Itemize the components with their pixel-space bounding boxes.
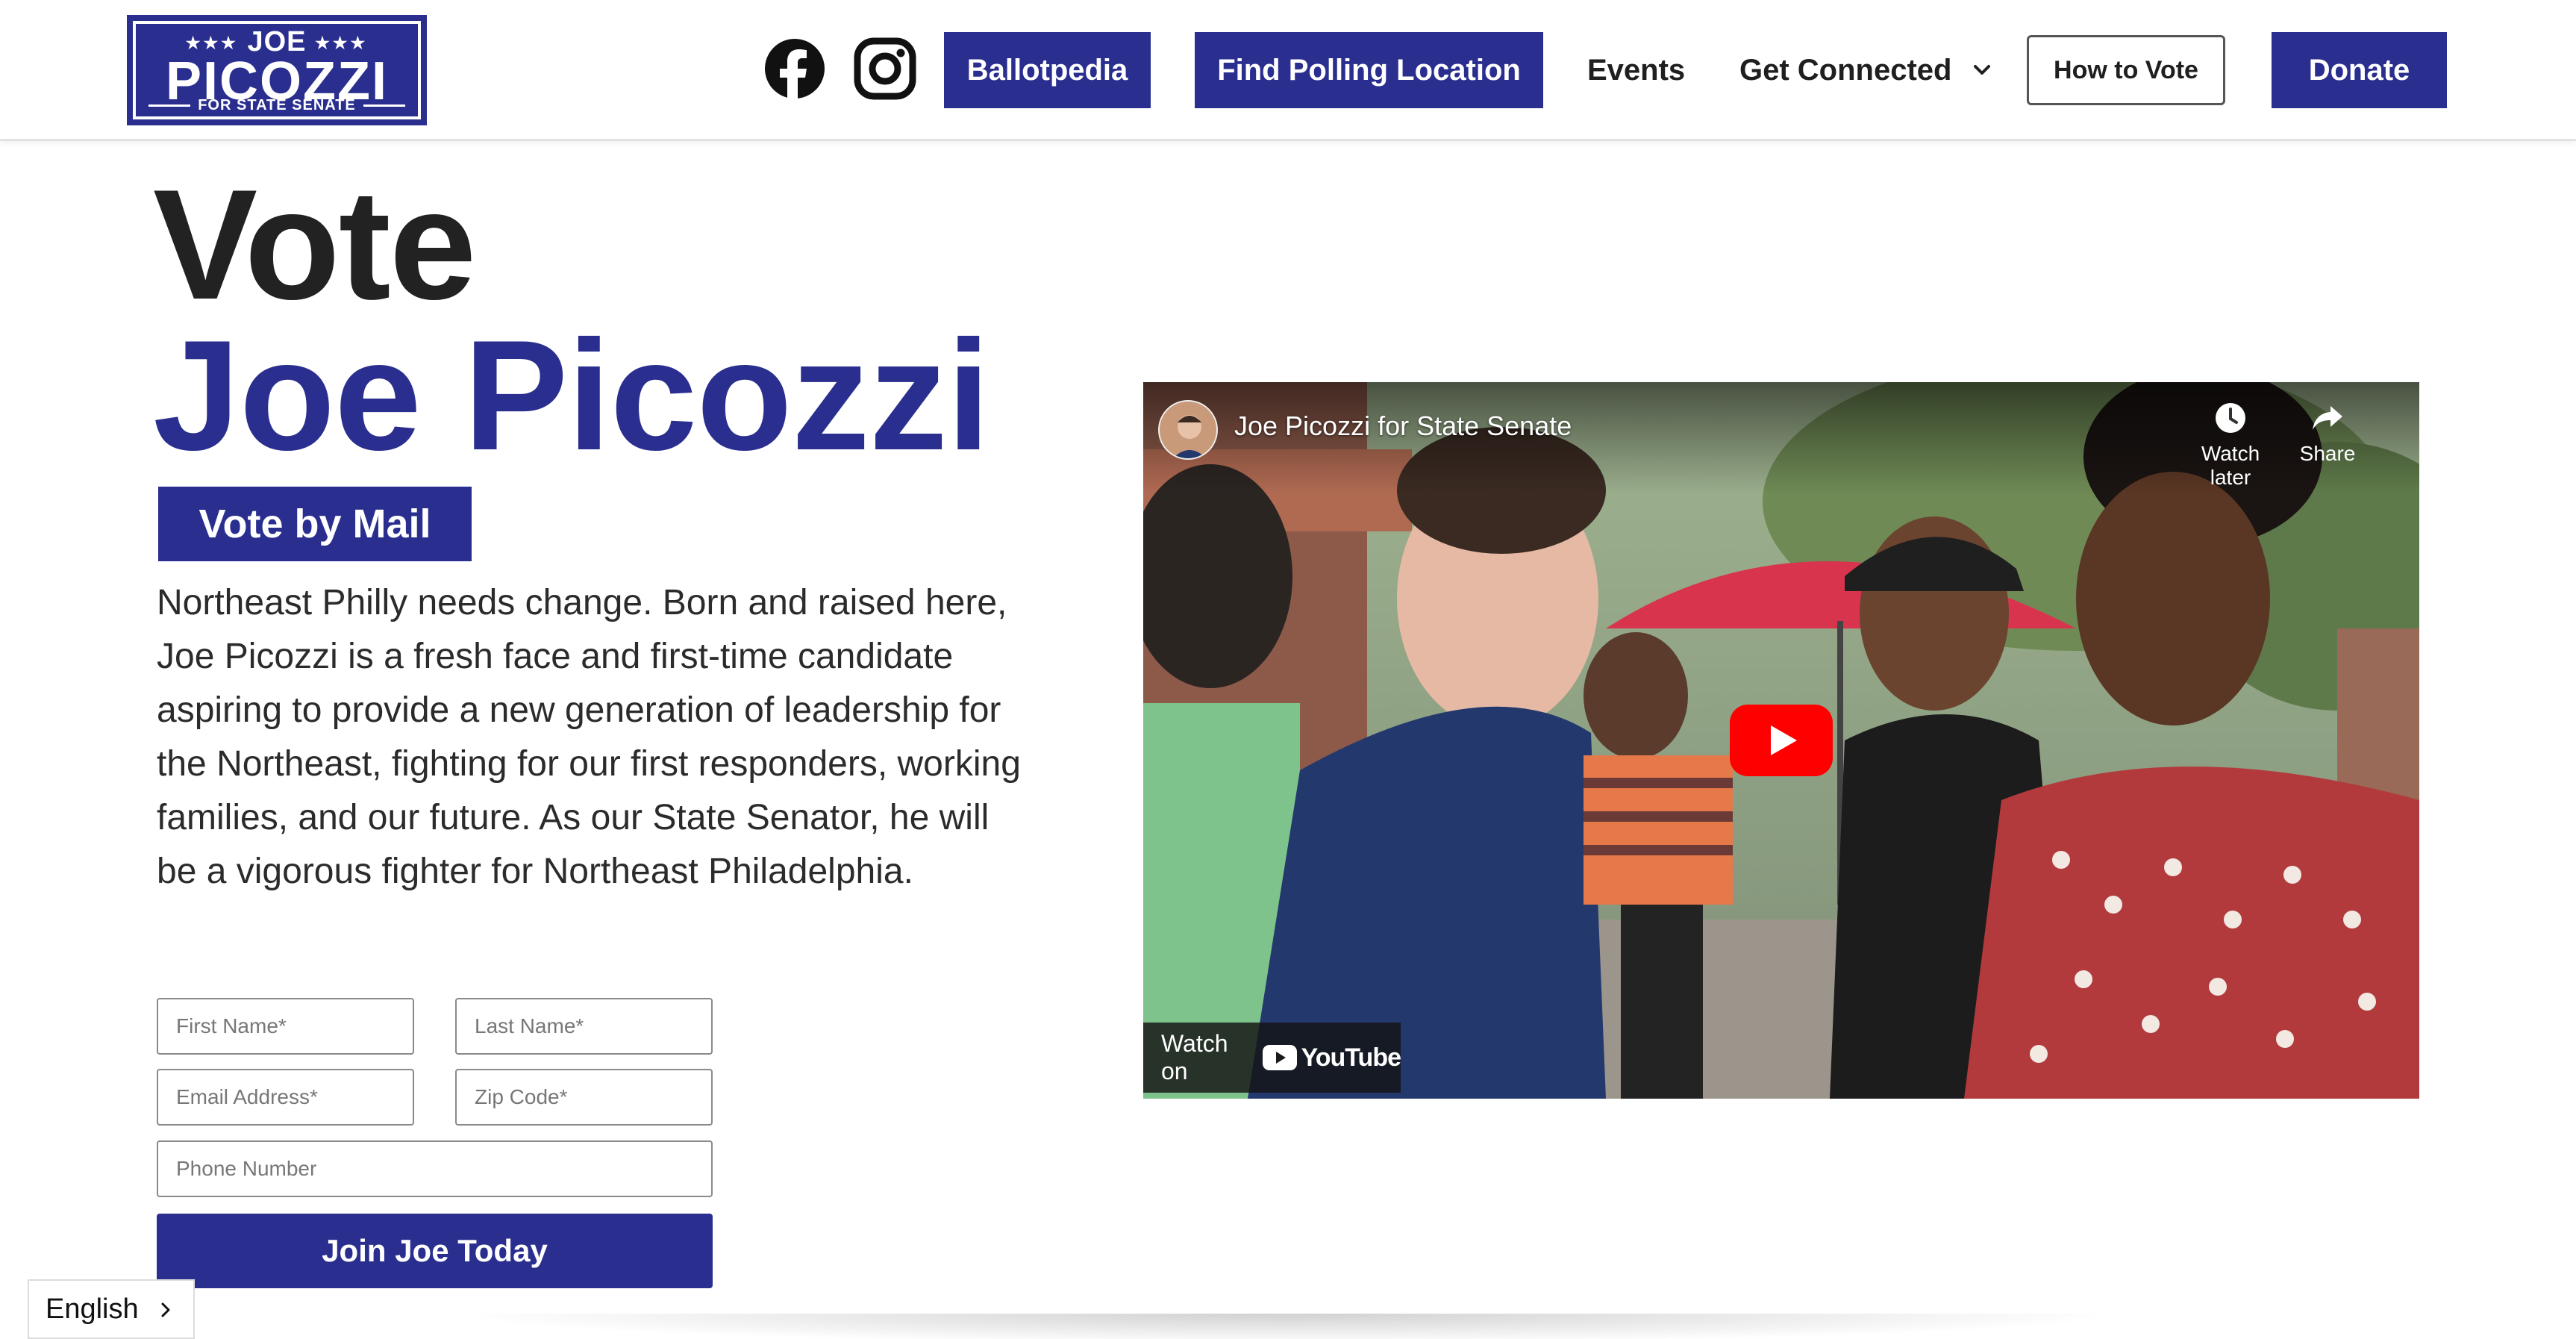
email-field[interactable] (157, 1069, 414, 1126)
vote-by-mail-button[interactable]: Vote by Mail (158, 487, 472, 561)
nav-get-connected-menu[interactable]: Get Connected (1739, 32, 1993, 108)
zip-code-field[interactable] (455, 1069, 713, 1126)
instagram-icon[interactable] (854, 37, 916, 100)
chevron-right-icon (161, 1302, 170, 1317)
video-title[interactable]: Joe Picozzi for State Senate (1234, 411, 1572, 442)
clock-icon (2216, 403, 2245, 433)
watch-later-label: Watch later (2201, 442, 2260, 489)
logo-subtitle: FOR STATE SENATE (136, 97, 418, 113)
youtube-play-icon (1262, 1045, 1297, 1070)
nav-donate-button[interactable]: Donate (2272, 32, 2447, 108)
join-joe-today-button[interactable]: Join Joe Today (157, 1214, 713, 1288)
facebook-icon[interactable] (763, 37, 826, 100)
channel-avatar[interactable] (1158, 400, 1218, 460)
first-name-field[interactable] (157, 998, 414, 1055)
site-header: ★★★ JOE ★★★ PICOZZI FOR STATE SENATE Bal… (0, 0, 2576, 141)
play-button-icon[interactable] (1730, 705, 1833, 776)
youtube-wordmark: YouTube (1301, 1043, 1401, 1072)
language-selected-label: English (46, 1293, 139, 1325)
site-logo[interactable]: ★★★ JOE ★★★ PICOZZI FOR STATE SENATE (127, 15, 427, 125)
watch-on-youtube-button[interactable]: Watch on YouTube (1143, 1023, 1401, 1093)
phone-number-field[interactable] (157, 1140, 713, 1197)
nav-ballotpedia-button[interactable]: Ballotpedia (944, 32, 1151, 108)
watch-later-button[interactable]: Watch later (2182, 400, 2279, 490)
youtube-logo: YouTube (1262, 1043, 1401, 1073)
nav-how-to-vote-button[interactable]: How to Vote (2027, 35, 2225, 105)
watch-on-label: Watch on (1161, 1030, 1228, 1084)
nav-get-connected-label: Get Connected (1739, 53, 1952, 87)
chevron-down-icon (1974, 65, 1991, 75)
nav-events-link[interactable]: Events (1587, 32, 1685, 108)
section-shadow (448, 1314, 2127, 1339)
video-embed[interactable]: Joe Picozzi for State Senate Watch later… (1143, 382, 2419, 1099)
last-name-field[interactable] (455, 998, 713, 1055)
hero-heading-name: Joe Picozzi (153, 308, 990, 483)
share-button[interactable]: Share (2279, 400, 2376, 466)
share-arrow-icon (2313, 406, 2342, 430)
language-selector[interactable]: English (28, 1279, 195, 1339)
hero-description: Northeast Philly needs change. Born and … (157, 583, 1021, 891)
logo-frame: ★★★ JOE ★★★ PICOZZI FOR STATE SENATE (133, 21, 421, 119)
logo-subtitle-text: FOR STATE SENATE (198, 97, 356, 113)
hero-heading-vote: Vote (153, 157, 476, 332)
nav-find-polling-location-button[interactable]: Find Polling Location (1195, 32, 1543, 108)
share-label: Share (2299, 442, 2356, 465)
